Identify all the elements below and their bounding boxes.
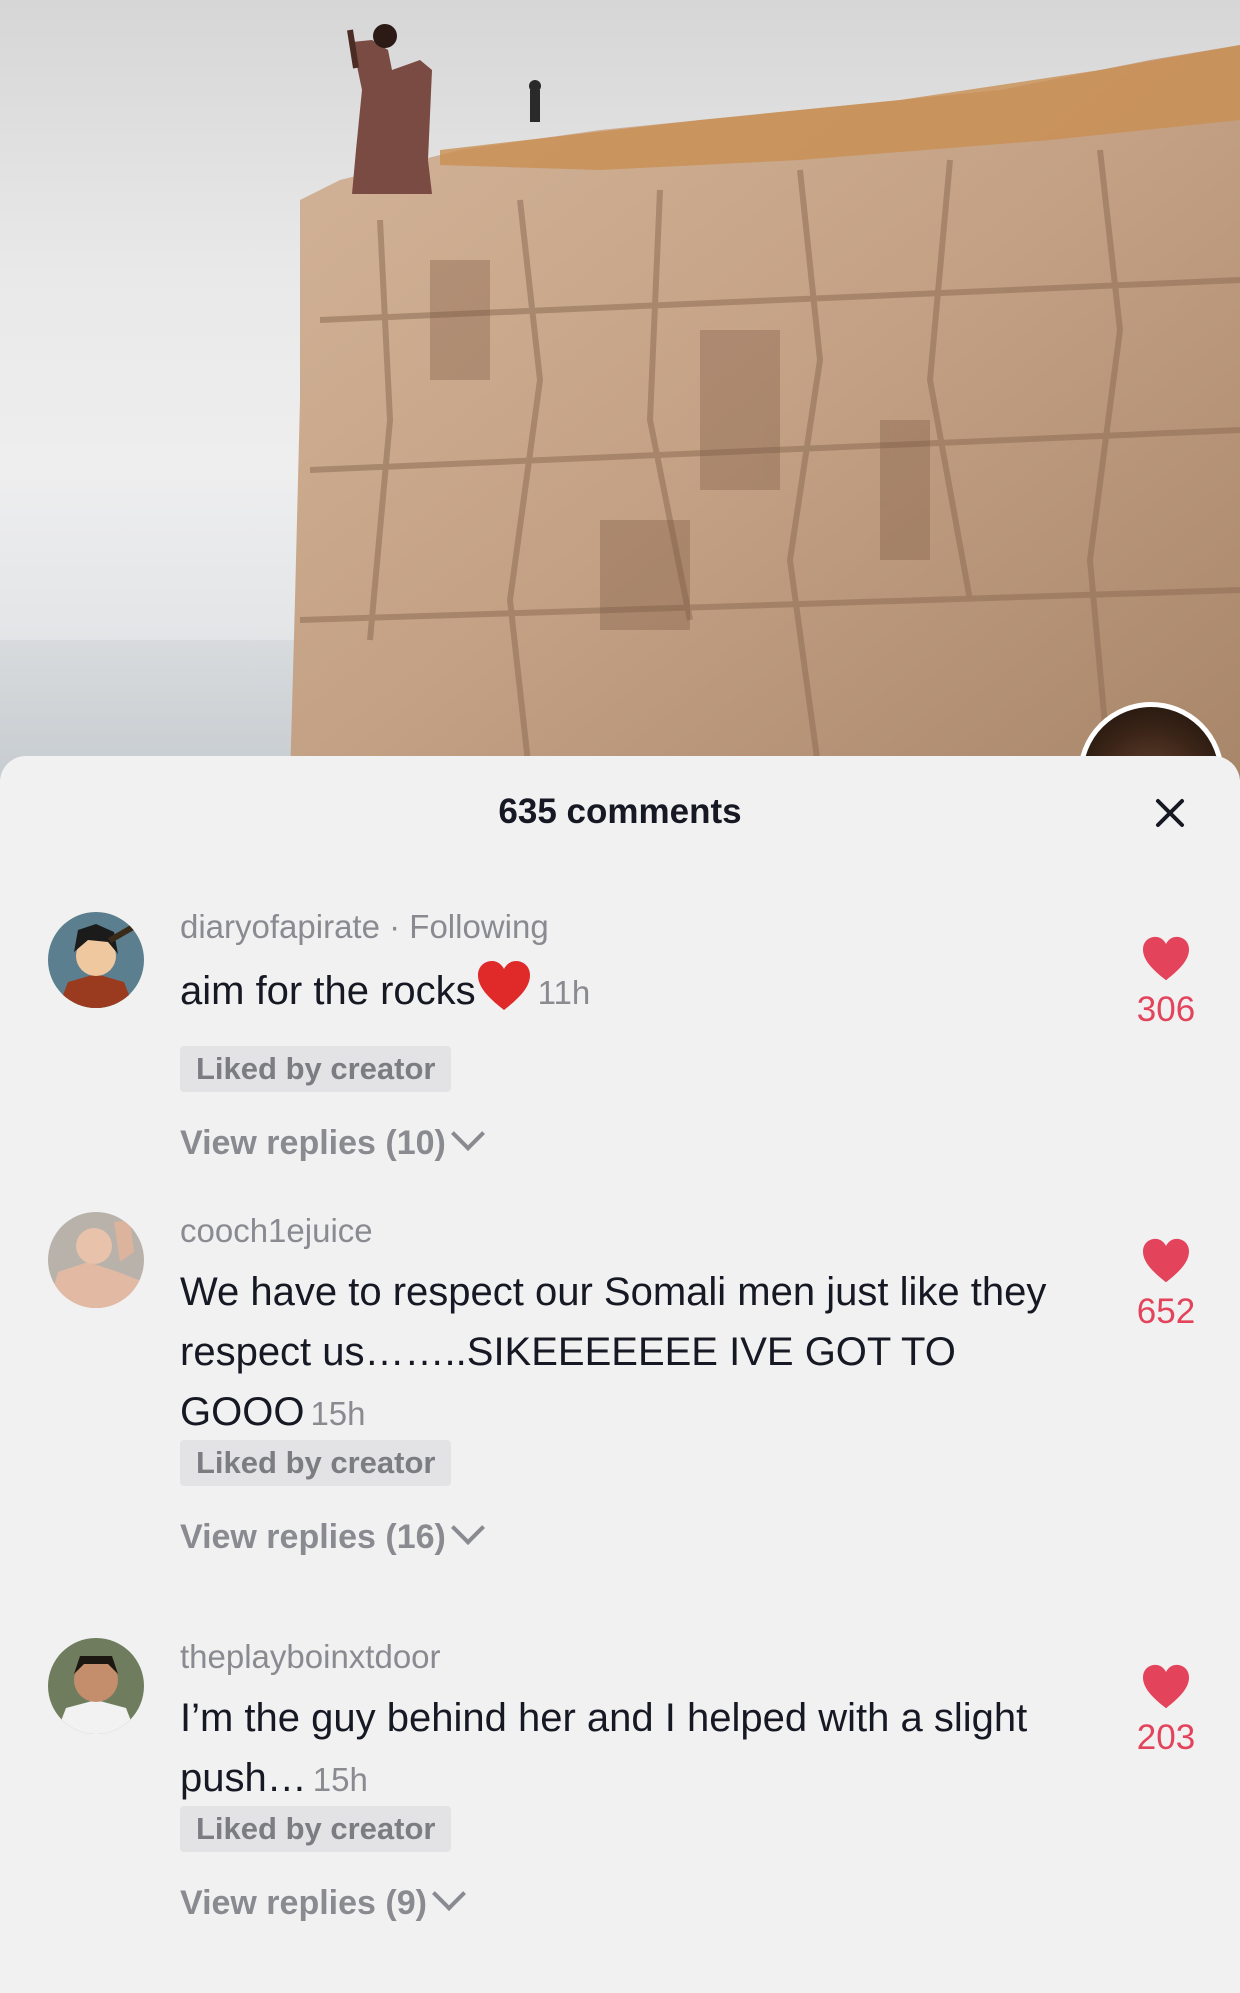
like-count: 203 (1136, 1718, 1196, 1757)
comment-text: I’m the guy behind her and I helped with… (180, 1688, 1080, 1810)
username-text[interactable]: diaryofapirate (180, 908, 380, 945)
avatar[interactable] (48, 1638, 144, 1734)
like-button[interactable]: 203 (1126, 1664, 1206, 1758)
avatar-image-icon (48, 912, 144, 1008)
like-count: 306 (1136, 990, 1196, 1029)
like-button[interactable]: 652 (1126, 1238, 1206, 1332)
view-replies-button[interactable]: View replies (16) (180, 1511, 485, 1557)
red-heart-emoji-icon (477, 961, 530, 1010)
comments-count-title: 635 comments (498, 792, 742, 831)
video-background[interactable] (0, 0, 1240, 780)
heart-icon (1143, 1238, 1189, 1283)
like-count: 652 (1136, 1292, 1196, 1331)
comment-username[interactable]: diaryofapirate · Following (180, 908, 549, 946)
following-label: Following (409, 908, 549, 945)
chevron-down-icon (450, 1511, 485, 1545)
comment-text-body: I’m the guy behind her and I helped with… (180, 1696, 1028, 1800)
close-icon[interactable] (1144, 788, 1196, 840)
heart-icon (1143, 936, 1189, 981)
view-replies-label: View replies (9) (180, 1884, 427, 1922)
comment-username[interactable]: theplayboinxtdoor (180, 1638, 441, 1676)
avatar[interactable] (48, 912, 144, 1008)
chevron-down-icon (450, 1117, 485, 1151)
comment-text: We have to respect our Somali men just l… (180, 1262, 1080, 1444)
avatar-image-icon (48, 1212, 144, 1308)
avatar-image-icon (48, 1638, 144, 1734)
avatar[interactable] (48, 1212, 144, 1308)
comment-time: 15h (312, 1761, 368, 1798)
heart-icon (1143, 1664, 1189, 1709)
comment-username[interactable]: cooch1ejuice (180, 1212, 373, 1250)
liked-by-creator-badge: Liked by creator (180, 1440, 452, 1486)
comment-time: 15h (310, 1395, 366, 1432)
comments-sheet: 635 comments diaryofapirate · Following … (0, 756, 1240, 1993)
comment-text-body: aim for the rocks (180, 969, 476, 1013)
liked-by-creator-badge: Liked by creator (180, 1806, 452, 1852)
liked-by-creator-badge: Liked by creator (180, 1046, 452, 1092)
view-replies-button[interactable]: View replies (10) (180, 1117, 485, 1163)
comment-item: cooch1ejuice We have to respect our Soma… (0, 1212, 1240, 1562)
cliff-scene-image (0, 24, 1240, 780)
comment-item: diaryofapirate · Following aim for the r… (0, 906, 1240, 1206)
comment-time: 11h (537, 974, 591, 1011)
comment-item: theplayboinxtdoor I’m the guy behind her… (0, 1638, 1240, 1968)
username-separator: · (379, 908, 410, 945)
like-button[interactable]: 306 (1126, 936, 1206, 1030)
chevron-down-icon (431, 1877, 466, 1911)
view-replies-button[interactable]: View replies (9) (180, 1877, 466, 1923)
view-replies-label: View replies (16) (180, 1518, 446, 1556)
comment-text: aim for the rocks 11h (180, 960, 1080, 1023)
view-replies-label: View replies (10) (180, 1124, 446, 1162)
